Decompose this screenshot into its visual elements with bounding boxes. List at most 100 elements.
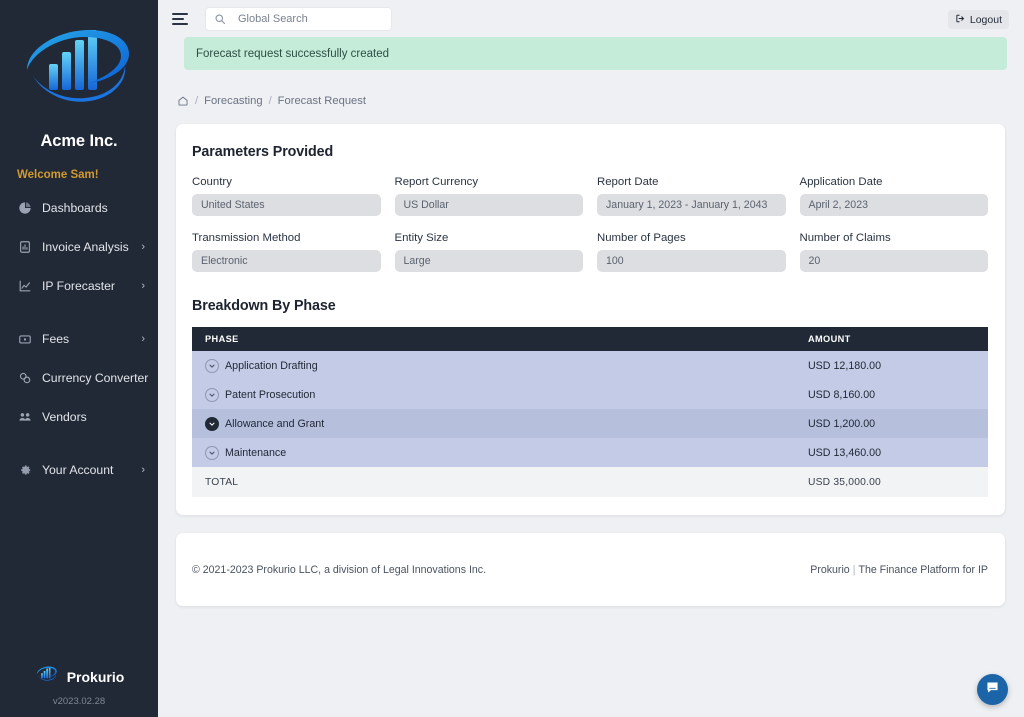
chat-launcher-button[interactable] bbox=[977, 674, 1008, 705]
breadcrumb-item-forecasting[interactable]: Forecasting bbox=[204, 95, 262, 107]
sidebar-item-label: Fees bbox=[42, 332, 70, 346]
sidebar-item-label: Dashboards bbox=[42, 201, 108, 215]
field-value: United States bbox=[192, 194, 381, 216]
amount-cell: USD 1,200.00 bbox=[807, 417, 876, 430]
breakdown-table: PHASE AMOUNT Application Drafting USD 12… bbox=[192, 327, 988, 497]
sidebar-item-ip-forecaster[interactable]: IP Forecaster › bbox=[0, 272, 158, 300]
field-value: Large bbox=[394, 250, 583, 272]
table-row[interactable]: Allowance and Grant USD 1,200.00 bbox=[192, 409, 988, 438]
field-number-of-claims: Number of Claims 20 bbox=[799, 232, 988, 272]
page-footer: © 2021-2023 Prokurio LLC, a division of … bbox=[176, 533, 1005, 606]
amount-cell: USD 12,180.00 bbox=[807, 359, 882, 372]
sidebar-item-label: Invoice Analysis bbox=[42, 240, 129, 254]
phase-label: Allowance and Grant bbox=[225, 417, 325, 430]
amount-cell: USD 13,460.00 bbox=[807, 446, 882, 459]
sidebar-item-label: IP Forecaster bbox=[42, 279, 115, 293]
field-label: Report Currency bbox=[394, 176, 479, 188]
phase-label: Patent Prosecution bbox=[225, 388, 316, 401]
breadcrumb: / Forecasting / Forecast Request bbox=[158, 70, 1024, 107]
sidebar-item-invoice-analysis[interactable]: Invoice Analysis › bbox=[0, 233, 158, 261]
parameters-grid: Country United States Report Currency US… bbox=[192, 176, 988, 288]
sidebar-item-label: Currency Converter bbox=[42, 371, 149, 385]
app-root: Acme Inc. Welcome Sam! Dashboards Invoic… bbox=[0, 0, 1024, 717]
breadcrumb-separator: / bbox=[195, 95, 199, 107]
logout-button[interactable]: Logout bbox=[947, 10, 1009, 29]
breakdown-title: Breakdown By Phase bbox=[192, 298, 336, 314]
chevron-right-icon: › bbox=[141, 240, 145, 253]
field-value: January 1, 2023 - January 1, 2043 bbox=[597, 194, 786, 216]
gear-icon bbox=[17, 462, 33, 478]
footer-brand-name: Prokurio bbox=[810, 563, 850, 576]
sidebar: Acme Inc. Welcome Sam! Dashboards Invoic… bbox=[0, 0, 158, 717]
expand-chevron-down-icon[interactable] bbox=[205, 445, 219, 460]
forecast-detail-card: Parameters Provided Country United State… bbox=[176, 124, 1005, 515]
field-value: April 2, 2023 bbox=[799, 194, 988, 216]
column-header-amount: AMOUNT bbox=[796, 327, 988, 351]
global-search-box[interactable] bbox=[205, 6, 392, 31]
logout-label: Logout bbox=[969, 13, 1002, 26]
field-label: Report Date bbox=[597, 176, 659, 188]
pie-chart-icon bbox=[17, 200, 33, 216]
people-icon bbox=[17, 409, 33, 425]
trend-chart-icon bbox=[17, 278, 33, 294]
sidebar-nav: Dashboards Invoice Analysis › IP Forecas… bbox=[0, 194, 158, 495]
menu-toggle-icon[interactable] bbox=[172, 9, 192, 29]
sidebar-footer: Prokurio v2023.02.28 bbox=[0, 663, 158, 707]
field-label: Number of Claims bbox=[799, 232, 891, 244]
chat-bubble-icon bbox=[985, 680, 1000, 700]
sidebar-item-vendors[interactable]: Vendors bbox=[0, 403, 158, 431]
field-label: Number of Pages bbox=[597, 232, 686, 244]
sidebar-item-label: Your Account bbox=[42, 463, 114, 477]
field-report-date: Report Date January 1, 2023 - January 1,… bbox=[597, 176, 786, 216]
sidebar-item-currency-converter[interactable]: Currency Converter bbox=[0, 364, 158, 392]
footer-copyright: © 2021-2023 Prokurio LLC, a division of … bbox=[192, 563, 487, 576]
table-row[interactable]: Maintenance USD 13,460.00 bbox=[192, 438, 988, 467]
search-input[interactable] bbox=[238, 12, 383, 25]
sidebar-item-fees[interactable]: Fees › bbox=[0, 325, 158, 353]
table-total-row: TOTAL USD 35,000.00 bbox=[192, 467, 988, 497]
company-logo bbox=[0, 0, 158, 128]
field-value: Electronic bbox=[192, 250, 381, 272]
field-number-of-pages: Number of Pages 100 bbox=[597, 232, 786, 272]
table-header-row: PHASE AMOUNT bbox=[192, 327, 988, 351]
expand-chevron-down-icon[interactable] bbox=[205, 416, 219, 431]
field-value: 100 bbox=[597, 250, 786, 272]
column-header-phase: PHASE bbox=[192, 327, 797, 351]
sidebar-item-dashboards[interactable]: Dashboards bbox=[0, 194, 158, 222]
breadcrumb-separator: / bbox=[268, 95, 272, 107]
main-content: Logout Forecast request successfully cre… bbox=[158, 0, 1024, 717]
document-chart-icon bbox=[17, 239, 33, 255]
field-entity-size: Entity Size Large bbox=[394, 232, 583, 272]
sidebar-divider-gap-2 bbox=[0, 442, 158, 456]
sidebar-item-your-account[interactable]: Your Account › bbox=[0, 456, 158, 484]
field-report-currency: Report Currency US Dollar bbox=[394, 176, 583, 216]
table-head: PHASE AMOUNT bbox=[192, 327, 988, 351]
alert-message: Forecast request successfully created bbox=[196, 47, 390, 60]
search-icon bbox=[214, 13, 226, 25]
field-application-date: Application Date April 2, 2023 bbox=[799, 176, 988, 216]
field-label: Transmission Method bbox=[192, 232, 301, 244]
company-name: Acme Inc. bbox=[40, 132, 118, 150]
table-row[interactable]: Patent Prosecution USD 8,160.00 bbox=[192, 380, 988, 409]
field-label: Application Date bbox=[799, 176, 883, 188]
success-alert: Forecast request successfully created bbox=[184, 37, 1007, 70]
expand-chevron-down-icon[interactable] bbox=[205, 387, 219, 402]
chevron-right-icon: › bbox=[141, 463, 145, 476]
phase-cell: Allowance and Grant bbox=[192, 409, 797, 438]
expand-chevron-down-icon[interactable] bbox=[205, 358, 219, 373]
phase-cell: Maintenance bbox=[192, 438, 797, 467]
chevron-right-icon: › bbox=[141, 332, 145, 345]
field-label: Country bbox=[192, 176, 232, 188]
parameters-title: Parameters Provided bbox=[192, 144, 334, 160]
prokurio-brand-label: Prokurio bbox=[66, 668, 125, 685]
prokurio-logo-icon bbox=[34, 663, 60, 690]
sidebar-item-label: Vendors bbox=[42, 410, 87, 424]
home-icon[interactable] bbox=[177, 95, 189, 107]
briefcase-icon bbox=[17, 331, 33, 347]
footer-branding: Prokurio | The Finance Platform for IP bbox=[810, 564, 988, 576]
total-label: TOTAL bbox=[205, 476, 239, 488]
table-row[interactable]: Application Drafting USD 12,180.00 bbox=[192, 351, 988, 380]
breadcrumb-item-forecast-request[interactable]: Forecast Request bbox=[278, 95, 366, 107]
table-body: Application Drafting USD 12,180.00 Paten bbox=[192, 351, 988, 497]
topbar: Logout bbox=[158, 0, 1024, 37]
